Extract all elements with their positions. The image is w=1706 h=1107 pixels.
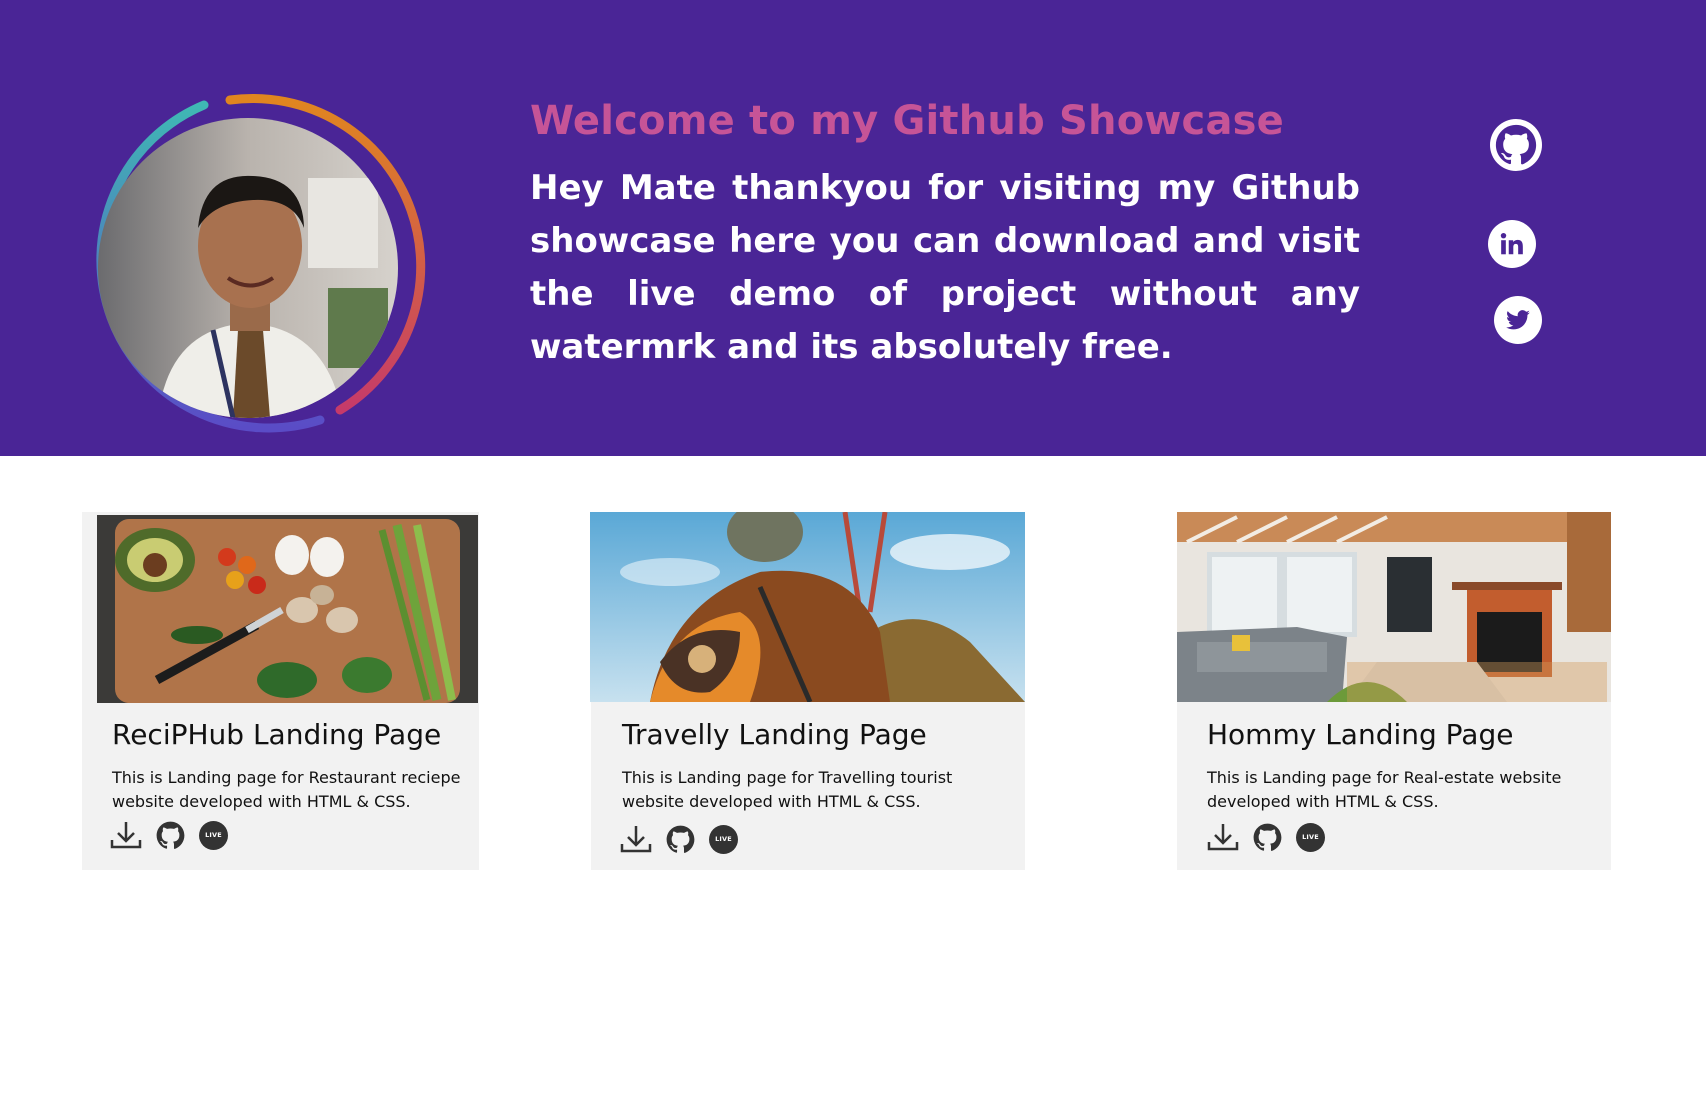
project-image bbox=[1177, 512, 1611, 702]
hero-title: Welcome to my Github Showcase bbox=[530, 98, 1285, 144]
project-title: Travelly Landing Page bbox=[622, 718, 927, 751]
social-twitter-link[interactable] bbox=[1494, 296, 1542, 344]
project-title: Hommy Landing Page bbox=[1207, 718, 1514, 751]
project-title: ReciPHub Landing Page bbox=[112, 718, 442, 751]
project-description: This is Landing page for Travelling tour… bbox=[622, 768, 953, 811]
profile-photo bbox=[98, 118, 398, 418]
live-demo-button[interactable]: LIVE bbox=[1296, 822, 1325, 852]
github-repo-button[interactable] bbox=[1253, 823, 1282, 852]
live-demo-button[interactable]: LIVE bbox=[709, 824, 738, 854]
download-icon bbox=[110, 822, 142, 849]
project-image bbox=[590, 512, 1025, 702]
linkedin-icon bbox=[1500, 232, 1523, 255]
download-button[interactable] bbox=[110, 820, 142, 850]
project-description: This is Landing page for Real-estate web… bbox=[1207, 768, 1562, 811]
hero-intro-text: Hey Mate thankyou for visiting my Github… bbox=[530, 168, 1360, 367]
download-icon bbox=[1207, 824, 1239, 851]
download-button[interactable] bbox=[620, 824, 652, 854]
github-repo-button[interactable] bbox=[666, 825, 695, 854]
github-icon bbox=[156, 821, 185, 849]
social-linkedin-link[interactable] bbox=[1488, 220, 1536, 268]
project-actions: LIVE bbox=[620, 824, 738, 854]
hero-banner: Welcome to my Github Showcase Hey Mate t… bbox=[0, 0, 1706, 456]
download-button[interactable] bbox=[1207, 822, 1239, 852]
github-icon bbox=[1495, 124, 1537, 165]
project-image bbox=[97, 515, 478, 703]
github-icon bbox=[666, 825, 695, 853]
project-actions: LIVE bbox=[1207, 822, 1325, 852]
live-demo-button[interactable]: LIVE bbox=[199, 820, 228, 850]
twitter-icon bbox=[1506, 310, 1530, 330]
profile-avatar bbox=[70, 90, 426, 446]
github-icon bbox=[1253, 823, 1282, 851]
project-description: This is Landing page for Restaurant reci… bbox=[112, 768, 461, 811]
project-actions: LIVE bbox=[110, 820, 228, 850]
social-github-link[interactable] bbox=[1490, 119, 1542, 171]
github-repo-button[interactable] bbox=[156, 821, 185, 850]
download-icon bbox=[620, 826, 652, 853]
